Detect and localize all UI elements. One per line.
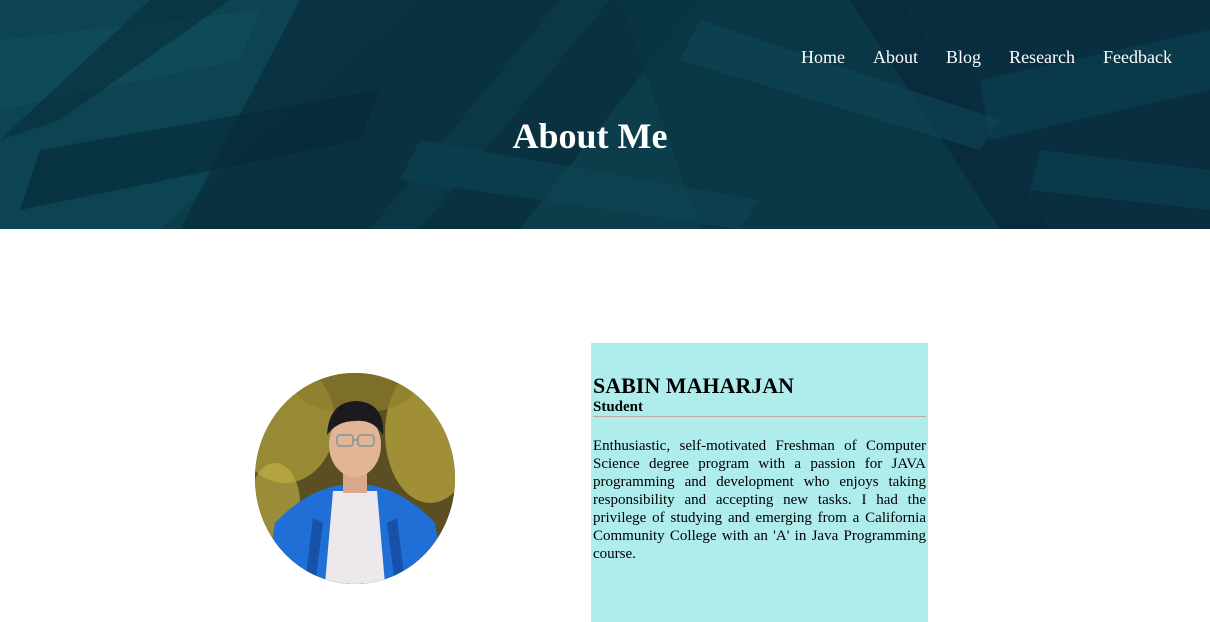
hero-banner: Home About Blog Research Feedback About … — [0, 0, 1210, 229]
profile-name: SABIN MAHARJAN — [593, 373, 795, 398]
nav-feedback-link[interactable]: Feedback — [1103, 47, 1172, 68]
profile-photo — [255, 373, 455, 584]
profile-card: SABIN MAHARJAN Student Enthusiastic, sel… — [591, 343, 928, 622]
profile-photo-image — [255, 373, 455, 584]
profile-bio: Enthusiastic, self-motivated Freshman of… — [593, 438, 926, 562]
nav-about-link[interactable]: About — [873, 47, 918, 68]
profile-role: Student — [593, 399, 926, 417]
nav-research-link[interactable]: Research — [1009, 47, 1075, 68]
main-nav: Home About Blog Research Feedback — [801, 47, 1172, 68]
nav-blog-link[interactable]: Blog — [946, 47, 981, 68]
page-title: About Me — [512, 116, 668, 156]
nav-home-link[interactable]: Home — [801, 47, 845, 68]
